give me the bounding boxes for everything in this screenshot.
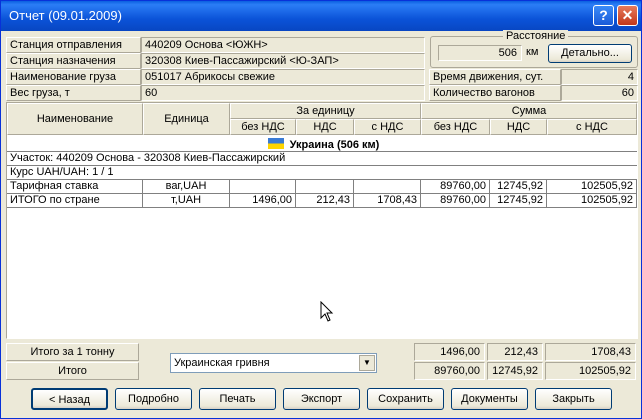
distance-details-button[interactable]: Детально... — [548, 44, 632, 63]
distance-group-label: Расстояние — [503, 30, 569, 42]
help-icon[interactable]: ? — [593, 5, 614, 26]
report-table[interactable]: Наименование Единица За единицу Сумма бе… — [6, 102, 638, 339]
col-header-name[interactable]: Наименование — [7, 103, 143, 135]
row-name: Тарифная ставка — [7, 180, 143, 194]
departure-value: 440209 Основа <ЮЖН> — [141, 37, 425, 53]
mouse-cursor-icon — [320, 301, 334, 322]
documents-button[interactable]: Документы — [451, 388, 528, 410]
country-label: Украина (506 км) — [289, 139, 380, 151]
distance-unit: км — [526, 46, 539, 58]
cargo-value: 051017 Абрикосы свежие — [141, 69, 425, 85]
per-ton-label: Итого за 1 тонну — [6, 343, 139, 361]
close-button[interactable]: Закрыть — [535, 388, 612, 410]
ukraine-flag-icon — [267, 138, 284, 149]
col-header-unit-novat[interactable]: без НДС — [230, 119, 296, 135]
row-name: ИТОГО по стране — [7, 194, 143, 208]
distance-value: 506 — [438, 45, 522, 61]
back-button[interactable]: < Назад — [31, 388, 108, 410]
total-novat: 89760,00 — [414, 362, 485, 380]
row-unit-vat — [296, 180, 354, 194]
col-header-per-unit[interactable]: За единицу — [230, 103, 421, 119]
row-sum-novat: 89760,00 — [421, 194, 490, 208]
close-icon[interactable]: ✕ — [617, 5, 638, 26]
per-ton-novat: 1496,00 — [414, 343, 485, 361]
col-header-unit[interactable]: Единица — [143, 103, 230, 135]
total-vat: 12745,92 — [487, 362, 543, 380]
row-unit-novat: 1496,00 — [230, 194, 296, 208]
weight-label: Вес груза, т — [6, 85, 141, 101]
row-sum-withvat: 102505,92 — [547, 180, 637, 194]
country-row[interactable]: Украина (506 км) — [7, 138, 637, 152]
total-withvat: 102505,92 — [545, 362, 636, 380]
departure-label: Станция отправления — [6, 37, 141, 53]
currency-select[interactable]: Украинская гривня ▼ — [170, 353, 377, 373]
section-row[interactable]: Участок: 440209 Основа - 320308 Киев-Пас… — [7, 152, 637, 166]
print-button[interactable]: Печать — [199, 388, 276, 410]
wagons-label: Количество вагонов — [429, 85, 561, 101]
row-unit-vat: 212,43 — [296, 194, 354, 208]
save-button[interactable]: Сохранить — [367, 388, 444, 410]
export-button[interactable]: Экспорт — [283, 388, 360, 410]
col-header-sum-novat[interactable]: без НДС — [421, 119, 490, 135]
wagons-value: 60 — [561, 85, 638, 101]
title-bar[interactable]: Отчет (09.01.2009) ? ✕ — [1, 1, 641, 31]
travel-time-label: Время движения, сут. — [429, 69, 561, 85]
col-header-unit-withvat[interactable]: с НДС — [354, 119, 421, 135]
row-sum-novat: 89760,00 — [421, 180, 490, 194]
travel-time-value: 4 — [561, 69, 638, 85]
cargo-label: Наименование груза — [6, 69, 141, 85]
row-unit-withvat — [354, 180, 421, 194]
total-label: Итого — [6, 362, 139, 380]
destination-label: Станция назначения — [6, 53, 141, 69]
destination-value: 320308 Киев-Пассажирский <Ю-ЗАП> — [141, 53, 425, 69]
col-header-sum-withvat[interactable]: с НДС — [547, 119, 637, 135]
col-header-sum-vat[interactable]: НДС — [490, 119, 547, 135]
rate-row[interactable]: Курс UAH/UAH: 1 / 1 — [7, 166, 637, 180]
row-unit-novat — [230, 180, 296, 194]
row-unit: т,UAH — [143, 194, 230, 208]
window-title: Отчет (09.01.2009) — [9, 8, 122, 23]
row-unit: ваг,UAH — [143, 180, 230, 194]
per-ton-vat: 212,43 — [487, 343, 543, 361]
details-button[interactable]: Подробно — [115, 388, 192, 410]
chevron-down-icon[interactable]: ▼ — [359, 355, 375, 371]
col-header-sum[interactable]: Сумма — [421, 103, 637, 119]
col-header-unit-vat[interactable]: НДС — [296, 119, 354, 135]
per-ton-withvat: 1708,43 — [545, 343, 636, 361]
row-sum-vat: 12745,92 — [490, 194, 547, 208]
row-sum-withvat: 102505,92 — [547, 194, 637, 208]
row-sum-vat: 12745,92 — [490, 180, 547, 194]
row-unit-withvat: 1708,43 — [354, 194, 421, 208]
report-window: Отчет (09.01.2009) ? ✕ Станция отправлен… — [0, 0, 642, 419]
weight-value: 60 — [141, 85, 425, 101]
currency-select-value: Украинская гривня — [174, 357, 270, 369]
